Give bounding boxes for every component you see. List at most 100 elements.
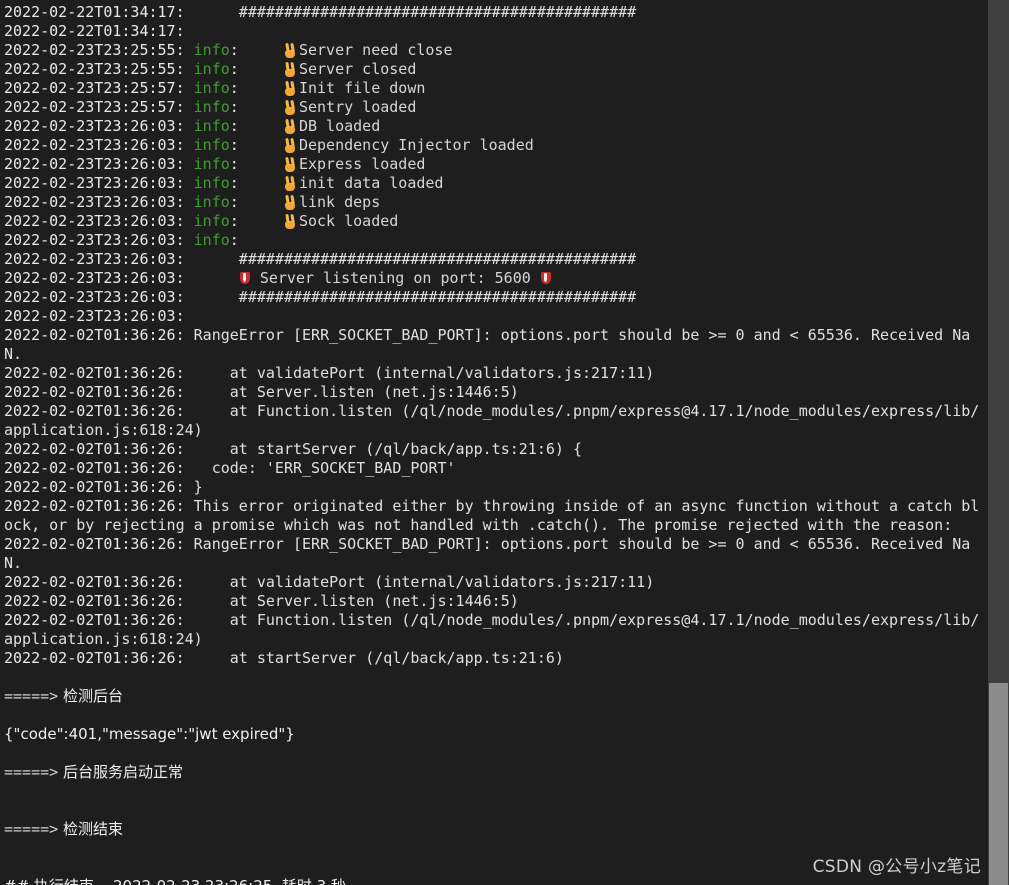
- terminal-line: 2022-02-23T23:26:03: info: Express loade…: [4, 155, 988, 174]
- log-timestamp: 2022-02-23T23:26:03:: [4, 136, 185, 154]
- terminal-line: 2022-02-23T23:26:03: ###################…: [4, 288, 988, 307]
- log-message: Init file down: [298, 79, 426, 97]
- terminal-line: 2022-02-02T01:36:26: at startServer (/ql…: [4, 440, 988, 459]
- log-timestamp: 2022-02-02T01:36:26:: [4, 326, 185, 344]
- log-message: Server listening on port: 5600: [250, 269, 540, 287]
- log-level-colon: :: [229, 155, 239, 173]
- log-timestamp: 2022-02-02T01:36:26:: [4, 611, 185, 629]
- log-timestamp: 2022-02-23T23:25:55:: [4, 41, 185, 59]
- log-timestamp: 2022-02-23T23:26:03:: [4, 155, 185, 173]
- victory-hand-icon: [284, 176, 297, 191]
- terminal-window[interactable]: 2022-02-22T01:34:17: ###################…: [0, 0, 1009, 885]
- log-level-colon: :: [229, 41, 239, 59]
- log-timestamp: 2022-02-02T01:36:26:: [4, 592, 185, 610]
- log-level: info: [184, 117, 230, 135]
- separator-bar: ########################################…: [184, 3, 637, 21]
- scrollbar-thumb[interactable]: [989, 683, 1008, 885]
- log-level: info: [184, 60, 230, 78]
- log-level: info: [184, 79, 230, 97]
- terminal-line: 2022-02-23T23:26:03: info:: [4, 231, 988, 250]
- log-message: link deps: [298, 193, 381, 211]
- log-timestamp: 2022-02-23T23:26:03:: [4, 307, 185, 325]
- terminal-line: 2022-02-02T01:36:26: at Server.listen (n…: [4, 383, 988, 402]
- victory-hand-icon: [284, 157, 297, 172]
- log-timestamp: 2022-02-23T23:26:03:: [4, 288, 185, 306]
- log-timestamp: 2022-02-02T01:36:26:: [4, 497, 185, 515]
- victory-hand-icon: [284, 195, 297, 210]
- terminal-line: 2022-02-23T23:26:03: ###################…: [4, 250, 988, 269]
- terminal-line: 2022-02-23T23:25:55: info: Server need c…: [4, 41, 988, 60]
- log-message: Dependency Injector loaded: [298, 136, 534, 154]
- log-message: Sentry loaded: [298, 98, 417, 116]
- terminal-line: 2022-02-02T01:36:26: This error originat…: [4, 497, 988, 535]
- output-text: {"code":401,"message":"jwt expired"}: [4, 725, 295, 743]
- victory-hand-icon: [284, 81, 297, 96]
- terminal-line: 2022-02-02T01:36:26: RangeError [ERR_SOC…: [4, 535, 988, 573]
- terminal-output[interactable]: 2022-02-22T01:34:17: ###################…: [0, 0, 988, 885]
- terminal-line: 2022-02-23T23:26:03: Server listening on…: [4, 269, 988, 288]
- status-message: 后台服务启动正常: [58, 763, 183, 781]
- terminal-line: 2022-02-22T01:34:17: ###################…: [4, 3, 988, 22]
- terminal-line: 2022-02-02T01:36:26: at Server.listen (n…: [4, 592, 988, 611]
- victory-hand-icon: [284, 138, 297, 153]
- terminal-line: ## 执行结束... 2022-02-23 23:26:25 耗时 3 秒: [4, 877, 988, 885]
- log-level: info: [184, 136, 230, 154]
- log-level: info: [184, 231, 230, 249]
- log-timestamp: 2022-02-23T23:26:03:: [4, 174, 185, 192]
- terminal-line: 2022-02-23T23:26:03: info: init data loa…: [4, 174, 988, 193]
- log-level-colon: :: [229, 193, 239, 211]
- log-level-colon: :: [229, 117, 239, 135]
- error-message: at Server.listen (net.js:1446:5): [184, 383, 519, 401]
- terminal-line: 2022-02-22T01:34:17:: [4, 22, 988, 41]
- log-timestamp: 2022-02-23T23:26:03:: [4, 269, 185, 287]
- error-message: }: [184, 478, 203, 496]
- log-level-colon: :: [229, 212, 239, 230]
- log-message: Server closed: [298, 60, 417, 78]
- log-message: DB loaded: [298, 117, 381, 135]
- log-level: info: [184, 155, 230, 173]
- terminal-line: 2022-02-02T01:36:26: code: 'ERR_SOCKET_B…: [4, 459, 988, 478]
- victory-hand-icon: [284, 43, 297, 58]
- scrollbar-track[interactable]: [988, 0, 1009, 885]
- separator-bar: ########################################…: [184, 250, 637, 268]
- terminal-line: 2022-02-02T01:36:26: at Function.listen …: [4, 611, 988, 649]
- log-timestamp: 2022-02-02T01:36:26:: [4, 459, 185, 477]
- log-level-colon: :: [229, 231, 239, 249]
- log-timestamp: 2022-02-02T01:36:26:: [4, 535, 185, 553]
- terminal-line: =====> 检测结束: [4, 820, 988, 839]
- log-level: info: [184, 41, 230, 59]
- log-timestamp: 2022-02-23T23:26:03:: [4, 212, 185, 230]
- terminal-line: 2022-02-23T23:26:03: info: link deps: [4, 193, 988, 212]
- error-message: code: 'ERR_SOCKET_BAD_PORT': [184, 459, 456, 477]
- log-timestamp: 2022-02-23T23:26:03:: [4, 231, 185, 249]
- terminal-line: 2022-02-23T23:26:03: info: Sock loaded: [4, 212, 988, 231]
- terminal-line: 2022-02-23T23:25:57: info: Init file dow…: [4, 79, 988, 98]
- terminal-line: 2022-02-02T01:36:26: }: [4, 478, 988, 497]
- terminal-line: 2022-02-23T23:26:03: info: DB loaded: [4, 117, 988, 136]
- log-level-colon: :: [229, 174, 239, 192]
- log-level: info: [184, 193, 230, 211]
- log-message: Server need close: [298, 41, 453, 59]
- log-level: info: [184, 98, 230, 116]
- arrow-marker: =====>: [4, 763, 59, 781]
- error-message: at startServer (/ql/back/app.ts:21:6): [184, 649, 564, 667]
- terminal-line: 2022-02-02T01:36:26: at validatePort (in…: [4, 573, 988, 592]
- terminal-line: {"code":401,"message":"jwt expired"}: [4, 725, 988, 744]
- log-timestamp: 2022-02-23T23:26:03:: [4, 250, 185, 268]
- shield-icon: [239, 271, 251, 286]
- watermark: CSDN @公号小z笔记: [812, 857, 981, 877]
- terminal-line: 2022-02-23T23:25:57: info: Sentry loaded: [4, 98, 988, 117]
- log-timestamp: 2022-02-02T01:36:26:: [4, 383, 185, 401]
- terminal-line: 2022-02-23T23:25:55: info: Server closed: [4, 60, 988, 79]
